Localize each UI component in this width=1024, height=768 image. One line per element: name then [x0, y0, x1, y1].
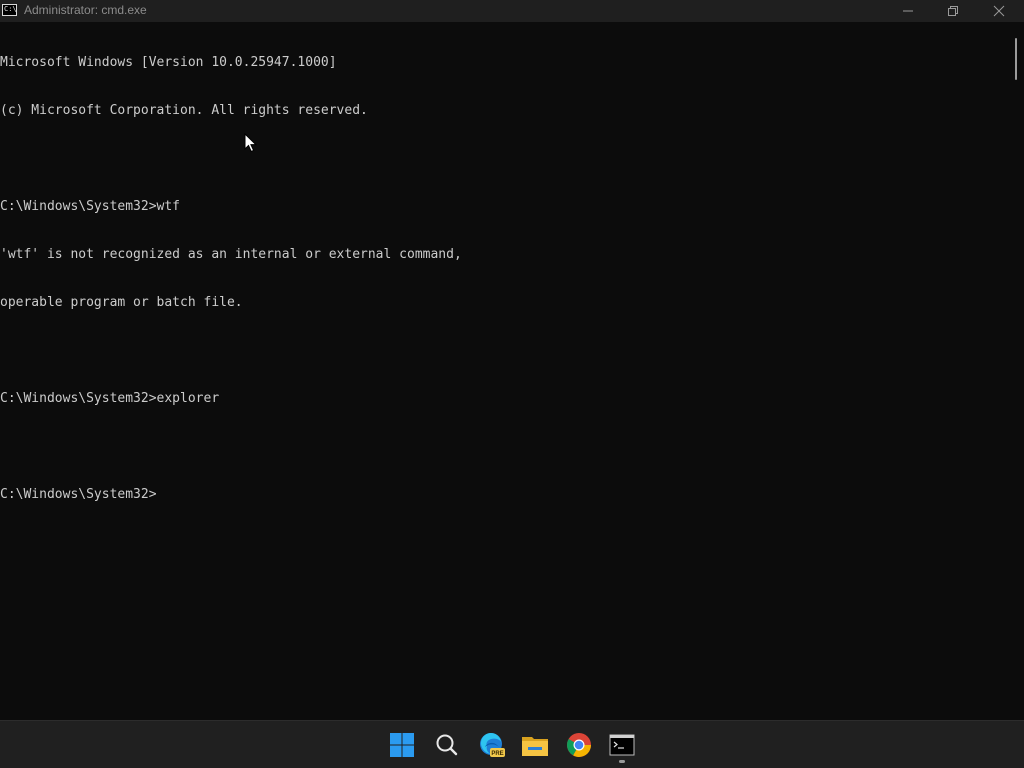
console-output[interactable]: Microsoft Windows [Version 10.0.25947.10… [0, 23, 1006, 719]
text-cursor [157, 488, 165, 501]
restore-icon [948, 6, 958, 16]
vertical-scrollbar[interactable] [1008, 22, 1024, 720]
start-button[interactable] [386, 729, 418, 761]
console-line: (c) Microsoft Corporation. All rights re… [0, 103, 368, 118]
console-line: C:\Windows\System32>explorer [0, 391, 220, 406]
chrome-icon [567, 733, 591, 757]
windows-start-icon [390, 733, 414, 757]
terminal-button[interactable] [606, 729, 638, 761]
cmd-window: C:\ Administrator: cmd.exe Microsoft Win… [0, 0, 1024, 720]
file-explorer-button[interactable] [519, 729, 551, 761]
minimize-icon [903, 10, 913, 12]
chrome-button[interactable] [563, 729, 595, 761]
taskbar: PRE [0, 720, 1024, 768]
edge-preview-button[interactable]: PRE [475, 729, 507, 761]
edge-badge-text: PRE [491, 751, 503, 757]
scrollbar-thumb[interactable] [1015, 38, 1017, 80]
close-icon [993, 5, 1005, 17]
close-button[interactable] [976, 0, 1022, 22]
window-title: Administrator: cmd.exe [24, 3, 147, 17]
console-line: operable program or batch file. [0, 295, 243, 310]
minimize-button[interactable] [885, 0, 931, 22]
restore-button[interactable] [930, 0, 976, 22]
console-line: 'wtf' is not recognized as an internal o… [0, 247, 462, 262]
search-icon [436, 734, 458, 756]
console-line: Microsoft Windows [Version 10.0.25947.10… [0, 55, 337, 70]
prompt-text: C:\Windows\System32> [0, 487, 157, 502]
title-bar[interactable]: C:\ Administrator: cmd.exe [0, 0, 1024, 22]
mouse-pointer-icon [244, 133, 258, 153]
search-button[interactable] [431, 729, 463, 761]
command-prompt-line[interactable]: C:\Windows\System32> [0, 487, 1006, 503]
terminal-icon [609, 734, 635, 756]
console-line: C:\Windows\System32>wtf [0, 199, 181, 214]
terminal-running-indicator [619, 760, 625, 763]
file-explorer-icon [522, 737, 548, 756]
edge-preview-icon: PRE [480, 732, 505, 757]
cmd-app-icon[interactable]: C:\ [2, 4, 17, 16]
